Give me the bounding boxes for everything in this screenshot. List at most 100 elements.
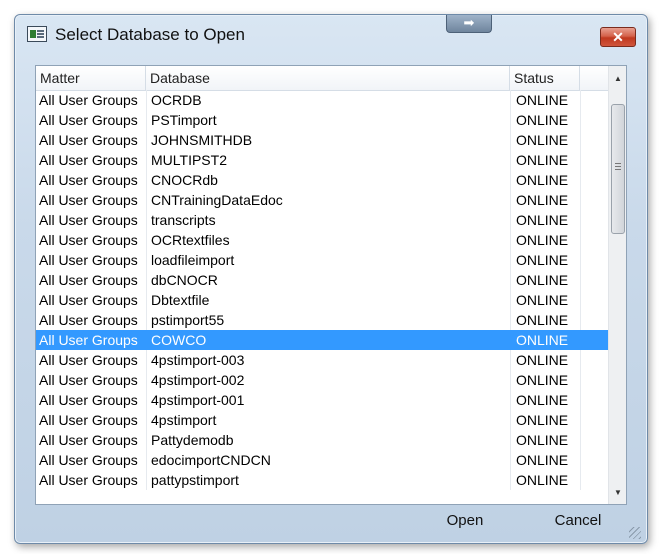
close-button[interactable]: ✕ <box>600 27 636 47</box>
column-divider <box>510 390 511 410</box>
cell-matter: All User Groups <box>39 332 138 348</box>
column-divider <box>510 210 511 230</box>
column-divider <box>580 230 581 250</box>
cell-status: ONLINE <box>516 272 569 288</box>
table-row[interactable]: All User Groups Pattydemodb ONLINE <box>36 430 608 450</box>
column-divider <box>580 90 581 110</box>
column-header-matter[interactable]: Matter <box>36 66 146 90</box>
table-row[interactable]: All User Groups 4pstimport-001 ONLINE <box>36 390 608 410</box>
select-database-dialog: Select Database to Open ➡ ✕ Matter Datab… <box>14 14 648 544</box>
column-divider <box>146 230 147 250</box>
cell-matter: All User Groups <box>39 212 138 228</box>
cell-matter: All User Groups <box>39 192 138 208</box>
column-divider <box>510 350 511 370</box>
column-divider <box>580 330 581 350</box>
cell-matter: All User Groups <box>39 432 138 448</box>
column-divider <box>580 250 581 270</box>
cell-status: ONLINE <box>516 252 569 268</box>
database-list[interactable]: Matter Database Status All User Groups OC… <box>35 65 627 505</box>
table-row[interactable]: All User Groups loadfileimport ONLINE <box>36 250 608 270</box>
column-divider <box>146 370 147 390</box>
table-row[interactable]: All User Groups OCRDB ONLINE <box>36 90 608 110</box>
column-divider <box>580 210 581 230</box>
cell-status: ONLINE <box>516 312 569 328</box>
column-divider <box>146 290 147 310</box>
column-divider <box>510 310 511 330</box>
table-row[interactable]: All User Groups 4pstimport-003 ONLINE <box>36 350 608 370</box>
table-row[interactable]: All User Groups transcripts ONLINE <box>36 210 608 230</box>
table-row[interactable]: All User Groups CNOCRdb ONLINE <box>36 170 608 190</box>
cell-database: MULTIPST2 <box>151 152 227 168</box>
column-divider <box>580 150 581 170</box>
column-divider <box>146 250 147 270</box>
table-row[interactable]: All User Groups CNTrainingDataEdoc ONLINE <box>36 190 608 210</box>
column-divider <box>146 210 147 230</box>
column-divider <box>580 350 581 370</box>
table-row[interactable]: All User Groups pattypstimport ONLINE <box>36 470 608 490</box>
nav-arrow-button[interactable]: ➡ <box>446 15 492 33</box>
table-row[interactable]: All User Groups 4pstimport-002 ONLINE <box>36 370 608 390</box>
table-row[interactable]: All User Groups COWCO ONLINE <box>36 330 608 350</box>
cell-matter: All User Groups <box>39 472 138 488</box>
column-divider <box>510 410 511 430</box>
column-divider <box>146 450 147 470</box>
cell-status: ONLINE <box>516 392 569 408</box>
table-row[interactable]: All User Groups Dbtextfile ONLINE <box>36 290 608 310</box>
cancel-button[interactable]: Cancel <box>542 511 614 531</box>
column-divider <box>146 390 147 410</box>
column-divider <box>146 190 147 210</box>
cell-status: ONLINE <box>516 132 569 148</box>
column-divider <box>510 470 511 490</box>
cell-database: 4pstimport-003 <box>151 352 245 368</box>
cell-status: ONLINE <box>516 92 569 108</box>
cell-database: transcripts <box>151 212 216 228</box>
column-divider <box>580 410 581 430</box>
table-row[interactable]: All User Groups PSTimport ONLINE <box>36 110 608 130</box>
cell-status: ONLINE <box>516 332 569 348</box>
cell-matter: All User Groups <box>39 152 138 168</box>
cell-matter: All User Groups <box>39 252 138 268</box>
open-button[interactable]: Open <box>435 511 495 531</box>
cell-matter: All User Groups <box>39 292 138 308</box>
cell-status: ONLINE <box>516 372 569 388</box>
vertical-scrollbar[interactable]: ▲ ▼ <box>608 66 626 504</box>
cell-matter: All User Groups <box>39 372 138 388</box>
title-bar[interactable]: Select Database to Open ➡ ✕ <box>15 15 647 57</box>
column-divider <box>580 430 581 450</box>
column-divider <box>146 310 147 330</box>
scroll-down-icon[interactable]: ▼ <box>609 484 626 502</box>
cell-matter: All User Groups <box>39 132 138 148</box>
cell-database: Pattydemodb <box>151 432 234 448</box>
column-divider <box>510 230 511 250</box>
cell-status: ONLINE <box>516 412 569 428</box>
table-row[interactable]: All User Groups OCRtextfiles ONLINE <box>36 230 608 250</box>
cell-status: ONLINE <box>516 352 569 368</box>
column-divider <box>510 150 511 170</box>
cell-database: edocimportCNDCN <box>151 452 271 468</box>
cell-status: ONLINE <box>516 432 569 448</box>
column-divider <box>580 110 581 130</box>
scroll-thumb[interactable] <box>611 104 625 234</box>
column-divider <box>510 370 511 390</box>
cell-status: ONLINE <box>516 292 569 308</box>
table-row[interactable]: All User Groups edocimportCNDCN ONLINE <box>36 450 608 470</box>
table-row[interactable]: All User Groups JOHNSMITHDB ONLINE <box>36 130 608 150</box>
scroll-up-icon[interactable]: ▲ <box>609 70 626 88</box>
column-header-status[interactable]: Status <box>510 66 580 90</box>
column-divider <box>580 170 581 190</box>
table-row[interactable]: All User Groups MULTIPST2 ONLINE <box>36 150 608 170</box>
table-row[interactable]: All User Groups dbCNOCR ONLINE <box>36 270 608 290</box>
column-divider <box>510 190 511 210</box>
column-divider <box>580 370 581 390</box>
cell-database: Dbtextfile <box>151 292 210 308</box>
table-row[interactable]: All User Groups pstimport55 ONLINE <box>36 310 608 330</box>
column-divider <box>510 130 511 150</box>
cell-database: pstimport55 <box>151 312 225 328</box>
resize-grip-icon[interactable] <box>629 527 641 539</box>
cell-database: OCRtextfiles <box>151 232 230 248</box>
table-row[interactable]: All User Groups 4pstimport ONLINE <box>36 410 608 430</box>
column-header-database[interactable]: Database <box>146 66 510 90</box>
cell-status: ONLINE <box>516 212 569 228</box>
cell-status: ONLINE <box>516 472 569 488</box>
column-divider <box>580 470 581 490</box>
